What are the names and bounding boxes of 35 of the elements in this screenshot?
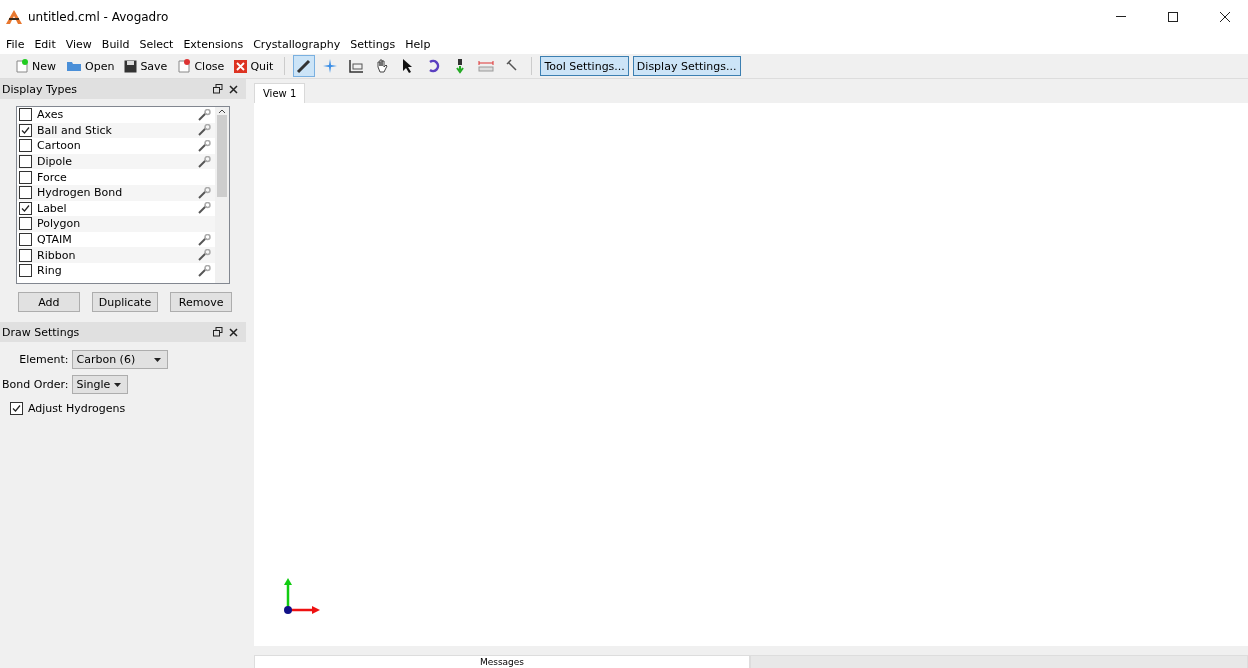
toolbar-button[interactable]: Close [174,57,228,75]
list-item-label[interactable]: Ring [37,264,192,278]
menu-item[interactable]: Crystallography [253,37,341,51]
window-title: untitled.cml - Avogadro [28,10,170,24]
dock-title: Draw Settings [2,325,80,339]
bond-order-dropdown[interactable]: Single [71,375,128,394]
toolbar-button[interactable]: Quit [231,57,277,75]
checkbox-label[interactable]: Adjust Hydrogens [28,402,126,415]
menu-item[interactable]: Build [101,37,130,51]
toolbar-button[interactable]: Open [63,57,118,75]
menu-item[interactable]: Help [405,37,431,51]
menu-item[interactable]: Select [139,37,174,51]
field-label: Bond Order: [2,378,69,391]
toolbar-button[interactable]: Save [121,57,171,75]
menu-item[interactable]: View [65,37,92,51]
list-item-label[interactable]: QTAIM [37,233,192,247]
panel-button[interactable]: Add [18,292,80,312]
dock-title: Display Types [2,82,78,96]
menu-item[interactable]: Settings [350,37,396,51]
list-item-label[interactable]: Axes [37,108,192,122]
panel-button[interactable]: Duplicate [91,292,159,312]
list-item-label[interactable]: Cartoon [37,139,192,153]
element-dropdown[interactable]: Carbon (6) [71,350,168,369]
menu-item[interactable]: Edit [34,37,56,51]
view-tab[interactable]: View 1 [254,83,306,103]
settings-button[interactable]: Tool Settings... [540,56,629,76]
menu-item[interactable]: File [6,37,25,51]
settings-button[interactable]: Display Settings... [632,56,741,76]
menu-item[interactable]: Extensions [183,37,244,51]
messages-tab[interactable]: Messages [254,655,750,668]
field-label: Element: [18,353,69,366]
toolbar-button[interactable]: New [12,57,59,75]
list-item-label[interactable]: Label [37,201,192,215]
list-item-label[interactable]: Force [37,170,211,184]
panel-button[interactable]: Remove [170,292,232,312]
